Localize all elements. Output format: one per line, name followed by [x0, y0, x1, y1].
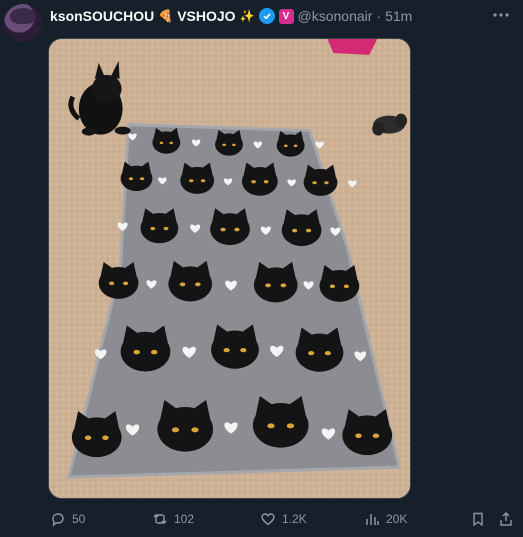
verified-check-icon[interactable]: [258, 8, 275, 24]
share-button[interactable]: [498, 508, 514, 530]
author-handle[interactable]: @ksononair: [298, 8, 373, 24]
cat-face-print: [241, 162, 278, 196]
name-emoji-pizza: 🍕: [158, 9, 174, 23]
more-horizontal-icon[interactable]: [491, 6, 511, 24]
cat-face-print: [319, 265, 360, 302]
tweet-header: ksonSOUCHOU 🍕 VSHOJO ✨ V @ksononair · 51…: [50, 6, 412, 26]
views-icon: [366, 514, 379, 525]
cat-face-print: [168, 260, 213, 302]
separator: ·: [376, 8, 382, 24]
tweet-media-photo[interactable]: [48, 38, 411, 499]
tweet-actions: 50 102 1.2K 20K: [46, 508, 516, 530]
cat-face-print: [253, 261, 298, 303]
display-name[interactable]: ksonSOUCHOU: [50, 8, 154, 24]
cat-face-print: [210, 208, 250, 246]
reply-icon: [52, 513, 64, 527]
cat-face-print: [71, 411, 122, 458]
retweet-button[interactable]: 102: [152, 508, 194, 530]
cat-blanket-photo: [49, 39, 410, 498]
affiliation-badge[interactable]: V: [278, 8, 294, 24]
cat-face-print: [152, 127, 181, 154]
avatar[interactable]: [4, 4, 42, 42]
cat-face-print: [295, 327, 344, 372]
like-button[interactable]: 1.2K: [260, 508, 307, 530]
retweet-icon: [153, 514, 167, 524]
like-count: 1.2K: [282, 512, 307, 526]
retweet-count: 102: [174, 512, 195, 526]
cat-face-print: [281, 209, 322, 247]
heart-icon: [261, 513, 275, 526]
cat-face-print: [140, 208, 179, 244]
bookmark-button[interactable]: [470, 508, 486, 530]
views-button[interactable]: 20K: [364, 508, 407, 530]
cat-face-print: [211, 324, 259, 369]
cat-face-print: [252, 396, 309, 448]
cat-face-print: [303, 164, 338, 196]
cat-face-print: [342, 409, 393, 456]
reply-button[interactable]: 50: [50, 508, 85, 530]
name-text-vshojo: VSHOJO: [177, 8, 236, 24]
cat-face-print: [276, 130, 305, 157]
bookmark-icon: [473, 512, 483, 527]
cat-face-print: [180, 162, 215, 194]
cat-face-print: [120, 161, 153, 192]
reply-count: 50: [72, 512, 86, 526]
share-icon: [500, 512, 512, 526]
name-emoji-sparkles: ✨: [239, 9, 255, 23]
cat-face-print: [98, 262, 139, 299]
cat-face-print: [157, 400, 214, 452]
cat-face-print: [215, 129, 243, 156]
tweet: ksonSOUCHOU 🍕 VSHOJO ✨ V @ksononair · 51…: [0, 0, 523, 537]
cat-face-print: [120, 325, 171, 372]
timestamp[interactable]: 51m: [385, 8, 412, 24]
views-count: 20K: [386, 512, 408, 526]
